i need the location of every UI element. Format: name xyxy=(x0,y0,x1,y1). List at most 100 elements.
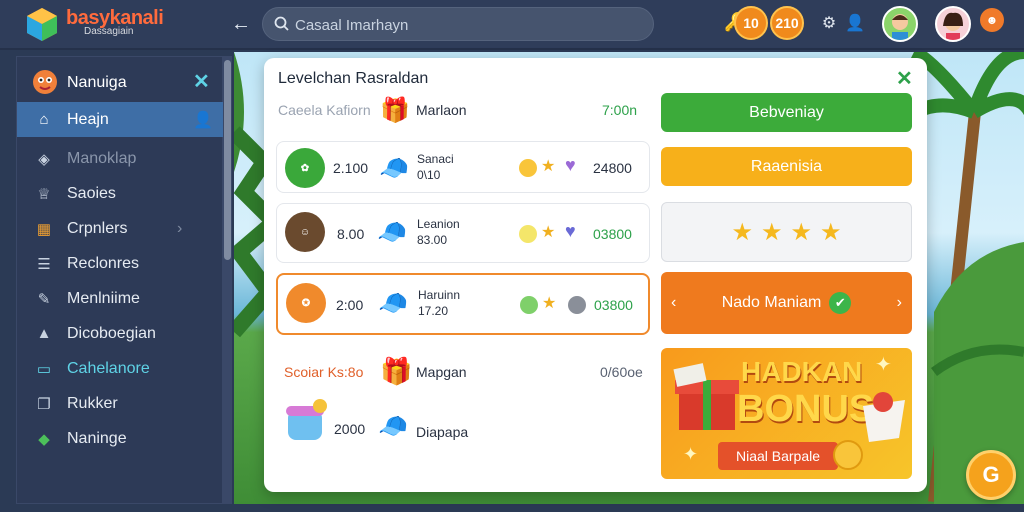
column-label: Caeela Kafiorn xyxy=(278,102,371,118)
sidebar-item[interactable]: ♕ Saoies xyxy=(17,176,224,211)
chevron-right-icon[interactable]: › xyxy=(897,294,902,312)
shield-icon xyxy=(568,296,586,314)
mascot-icon xyxy=(33,70,57,94)
sidebar-item[interactable]: ◆ Naninge xyxy=(17,421,224,456)
leaderboard-row[interactable]: ✿ 2.100 🧢 Sanaci 0\10 ★ ♥ 24800 xyxy=(276,141,650,193)
row-score: 8.00 xyxy=(337,226,365,242)
row-score: 2:00 xyxy=(336,297,364,313)
leaderboard-row-highlighted[interactable]: ✪ 2:00 🧢 Haruinn 17.20 ★ 03800 xyxy=(276,273,650,335)
heart-icon: ♥ xyxy=(565,155,576,175)
sidebar-item[interactable]: ❐ Rukker xyxy=(17,386,224,421)
player-sub: 17.20 xyxy=(418,304,449,318)
row-score: 2.100 xyxy=(333,160,369,176)
gift-box-icon xyxy=(673,363,739,430)
sidebar-item[interactable]: ▲ Dicoboegian xyxy=(17,316,224,351)
back-arrow-icon[interactable]: ← xyxy=(228,11,254,37)
sidebar-item-home[interactable]: ⌂ Heajn 👤 xyxy=(17,102,224,137)
scrollbar-thumb[interactable] xyxy=(224,60,231,260)
player-avatar-icon: 🧢 xyxy=(379,155,409,182)
coin-counter-1[interactable]: 10 xyxy=(734,6,768,40)
player-avatar-icon: 🧢 xyxy=(378,413,408,440)
sidebar-item-label: Cahelanore xyxy=(67,359,150,377)
logo-icon xyxy=(27,8,57,41)
footer-name: Mapgan xyxy=(416,364,467,380)
rank-badge-icon: ✪ xyxy=(286,283,326,323)
sidebar-item[interactable]: ☰ Reclonres xyxy=(17,246,224,281)
list-icon: ☰ xyxy=(37,255,51,273)
diamond-icon: ◈ xyxy=(38,150,50,168)
basket-icon xyxy=(863,392,905,442)
sidebar-item[interactable]: ▦ Crpnlers › xyxy=(17,211,224,246)
selector-label: Nado Maniam xyxy=(721,294,822,311)
player-sub: 83.00 xyxy=(417,233,448,247)
bonus-title: HADKAN xyxy=(741,356,863,387)
close-icon[interactable]: ✕ xyxy=(896,66,913,91)
sidebar-item-label: Saoies xyxy=(67,184,116,202)
sidebar-title: Nanuiga xyxy=(67,74,127,91)
user-icon[interactable]: 👤 xyxy=(844,13,866,35)
star-icon: ★ xyxy=(731,218,753,246)
close-icon[interactable]: ✕ xyxy=(193,69,210,94)
sidebar-item-label: Crpnlers xyxy=(67,219,128,237)
heart-icon: ♥ xyxy=(565,221,576,241)
leaderboard-panel: Levelchan Rasraldan ✕ Caeela Kafiorn 🎁 M… xyxy=(264,58,927,492)
sidebar-header: Nanuiga ✕ xyxy=(17,63,224,101)
player-name: Haruinn xyxy=(418,288,461,302)
star-icon: ★ xyxy=(541,224,556,241)
player-name: Leanion xyxy=(417,217,460,231)
top-bar: basykanali Dassagiain ← 🔑 10 210 ⚙ 👤 ☻ xyxy=(0,0,1024,50)
coin-icon xyxy=(519,225,537,243)
star-icon: ★ xyxy=(820,218,842,246)
coin-icon xyxy=(833,440,863,470)
player-avatar-icon: 🧢 xyxy=(378,290,408,317)
search-bar[interactable] xyxy=(262,7,654,41)
sidebar-item[interactable]: ▭ Cahelanore xyxy=(17,351,224,386)
sidebar-item[interactable]: ◈ Manoklap xyxy=(17,141,224,176)
bag-icon: ▲ xyxy=(36,325,52,342)
card-icon: ▭ xyxy=(36,360,52,378)
notification-icon[interactable]: ☻ xyxy=(980,8,1004,32)
footer-label: Scoiar Ks:8o xyxy=(284,364,364,380)
rank-badge-icon: ✿ xyxy=(285,148,325,188)
sidebar-item-label: Rukker xyxy=(67,394,118,412)
bonus-banner[interactable]: HADKAN BONUS ✦ ✦ Niaal Barpale xyxy=(661,348,912,479)
yellow-action-button[interactable]: Raaenisia xyxy=(661,147,912,186)
sidebar: Nanuiga ✕ ⌂ Heajn 👤 ◈ Manoklap ♕ Saoies ▦ Crp… xyxy=(16,56,224,504)
sparkle-icon: ✦ xyxy=(683,444,699,464)
copy-icon: ❐ xyxy=(37,395,51,413)
player-sub: 0\10 xyxy=(417,168,441,182)
settings-icon[interactable]: ⚙ xyxy=(818,13,840,35)
check-icon: ✔ xyxy=(829,292,852,314)
search-input[interactable] xyxy=(295,14,635,36)
orange-selector-button[interactable]: ‹ Nado Maniam ✔ › xyxy=(661,272,912,334)
floating-action-button[interactable]: G xyxy=(966,450,1016,500)
star-icon: ★ xyxy=(790,218,813,246)
chevron-left-icon[interactable]: ‹ xyxy=(671,294,676,312)
tag-icon: ◆ xyxy=(38,430,50,448)
green-action-button[interactable]: Bebveniay xyxy=(661,93,912,132)
sidebar-item-label: Heajn xyxy=(67,110,109,128)
footer-name: Diapapa xyxy=(416,424,469,440)
bonus-claim-button[interactable]: Niaal Barpale xyxy=(718,442,838,470)
search-icon xyxy=(274,16,289,31)
sidebar-item-label: Manoklap xyxy=(67,149,137,167)
sidebar-item[interactable]: ✎ Menlniime xyxy=(17,281,224,316)
panel-title: Levelchan Rasraldan xyxy=(278,70,429,87)
row-points: 24800 xyxy=(593,160,632,176)
sidebar-scrollbar[interactable] xyxy=(223,56,232,504)
footer-value: 0/60oe xyxy=(600,364,643,380)
bonus-title: BONUS xyxy=(737,388,875,430)
column-name: Marlaon xyxy=(416,102,467,118)
calendar-icon: ▦ xyxy=(36,220,52,238)
player-avatar-icon: 🧢 xyxy=(377,219,407,246)
home-icon: ⌂ xyxy=(39,111,49,128)
brand-subtitle: Dassagiain xyxy=(84,26,134,37)
sidebar-item-label: Dicoboegian xyxy=(67,324,156,342)
leaderboard-row[interactable]: ☺ 8.00 🧢 Leanion 83.00 ★ ♥ 03800 xyxy=(276,203,650,263)
star-icon: ★ xyxy=(760,218,783,246)
coin-counter-2[interactable]: 210 xyxy=(770,6,804,40)
star-icon: ★ xyxy=(541,158,556,175)
avatar[interactable] xyxy=(882,6,918,42)
avatar[interactable] xyxy=(935,6,971,42)
star-rating: ★ ★ ★ ★ xyxy=(661,202,912,262)
